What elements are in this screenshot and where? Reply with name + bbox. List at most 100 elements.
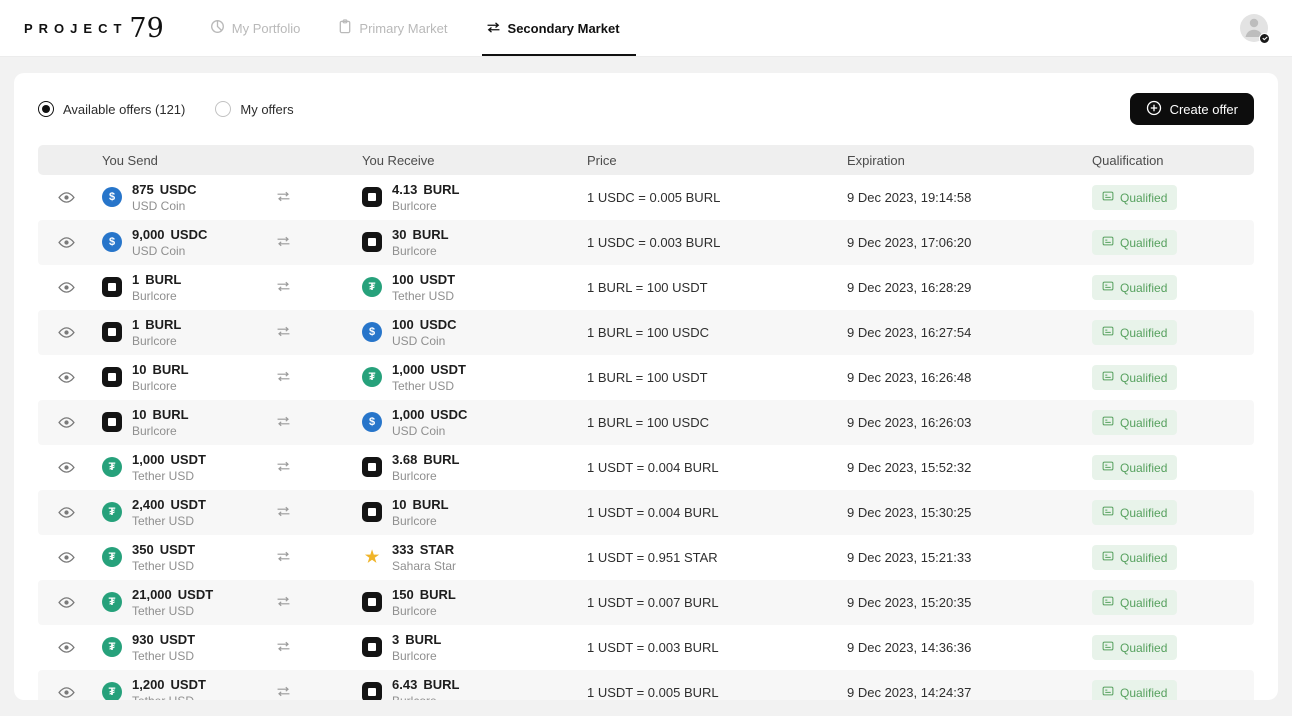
send-amount: 10 — [132, 361, 147, 377]
view-offer-eye-icon[interactable] — [57, 191, 75, 204]
receive-token-icon — [362, 502, 382, 523]
offer-expiration: 9 Dec 2023, 15:52:32 — [847, 460, 972, 475]
receive-token-icon: ₮ — [362, 277, 382, 298]
receive-amount: 4.13 — [392, 181, 418, 197]
qualified-badge: Qualified — [1092, 320, 1178, 345]
page-content: Available offers (121) My offers Create … — [0, 57, 1292, 700]
qualification-card-icon — [1102, 280, 1114, 295]
send-symbol: BURL — [145, 271, 182, 287]
view-offer-eye-icon[interactable] — [57, 281, 75, 294]
send-token-icon — [102, 412, 122, 433]
view-offer-eye-icon[interactable] — [57, 506, 75, 519]
nav-primary-market[interactable]: Primary Market — [338, 0, 448, 56]
col-you-send: You Send — [102, 152, 158, 168]
receive-token-name: Tether USD — [392, 289, 455, 304]
offer-row[interactable]: ₮ 930 USDT Tether USD 3 BURL Burlcore 1 US… — [38, 625, 1254, 670]
send-token-icon: ₮ — [102, 502, 122, 523]
offer-row[interactable]: ₮ 2,400 USDT Tether USD 10 BURL Burlcore 1… — [38, 490, 1254, 535]
send-token-name: Tether USD — [132, 469, 195, 484]
receive-symbol: USDC — [419, 316, 457, 332]
offer-row[interactable]: 10 BURL Burlcore ₮ 1,000 USDT Tether USD 1… — [38, 355, 1254, 400]
radio-selected-icon — [38, 101, 54, 117]
receive-symbol: USDC — [430, 406, 468, 422]
offer-row[interactable]: ₮ 350 USDT Tether USD ★ 333 STAR Sahara St… — [38, 535, 1254, 580]
offer-row[interactable]: 1 BURL Burlcore ₮ 100 USDT Tether USD 1 BU… — [38, 265, 1254, 310]
view-offer-eye-icon[interactable] — [57, 596, 75, 609]
receive-amount: 10 — [392, 496, 407, 512]
send-amount: 1,200 — [132, 676, 165, 692]
offer-row[interactable]: ₮ 21,000 USDT Tether USD 150 BURL Burlcore… — [38, 580, 1254, 625]
radio-available-offers[interactable]: Available offers (121) — [38, 101, 185, 117]
view-offer-eye-icon[interactable] — [57, 686, 75, 699]
qualified-label: Qualified — [1120, 280, 1168, 295]
offer-row[interactable]: ₮ 1,200 USDT Tether USD 6.43 BURL Burlcore… — [38, 670, 1254, 700]
offer-expiration: 9 Dec 2023, 16:26:48 — [847, 370, 972, 385]
receive-symbol: BURL — [423, 181, 460, 197]
qualified-label: Qualified — [1120, 505, 1168, 520]
offer-row[interactable]: ₮ 1,000 USDT Tether USD 3.68 BURL Burlcore… — [38, 445, 1254, 490]
send-token-name: Tether USD — [132, 514, 195, 529]
receive-token-icon: ★ — [364, 549, 380, 567]
receive-amount: 3 — [392, 631, 400, 647]
qualified-label: Qualified — [1120, 460, 1168, 475]
swap-direction-icon — [276, 594, 291, 612]
qualification-card-icon — [1102, 415, 1114, 430]
offer-expiration: 9 Dec 2023, 15:21:33 — [847, 550, 972, 565]
receive-amount: 100 — [392, 271, 414, 287]
document-icon — [338, 19, 352, 37]
send-token-name: Burlcore — [132, 289, 177, 304]
available-offers-label: Available offers (121) — [63, 101, 186, 117]
avatar[interactable] — [1240, 14, 1270, 44]
offers-card: Available offers (121) My offers Create … — [14, 73, 1278, 700]
send-token-icon: ₮ — [102, 592, 122, 613]
receive-symbol: BURL — [419, 586, 456, 602]
qualified-badge: Qualified — [1092, 230, 1178, 255]
send-symbol: USDT — [170, 496, 206, 512]
send-amount: 350 — [132, 541, 154, 557]
send-symbol: USDT — [170, 451, 206, 467]
send-amount: 1 — [132, 316, 140, 332]
swap-icon — [486, 21, 501, 36]
view-offer-eye-icon[interactable] — [57, 461, 75, 474]
offer-price: 1 USDT = 0.003 BURL — [587, 640, 719, 655]
nav-secondary-market[interactable]: Secondary Market — [481, 0, 636, 56]
send-symbol: USDT — [159, 541, 196, 557]
receive-token-icon — [362, 637, 382, 658]
swap-direction-icon — [276, 279, 291, 297]
offer-expiration: 9 Dec 2023, 17:06:20 — [847, 235, 972, 250]
view-offer-eye-icon[interactable] — [57, 326, 75, 339]
nav-my-portfolio[interactable]: My Portfolio — [210, 0, 300, 56]
view-offer-eye-icon[interactable] — [57, 236, 75, 249]
receive-amount: 1,000 — [392, 406, 425, 422]
offer-row[interactable]: 1 BURL Burlcore $ 100 USDC USD Coin 1 BURL… — [38, 310, 1254, 355]
radio-my-offers[interactable]: My offers — [215, 101, 294, 117]
qualified-badge: Qualified — [1092, 680, 1178, 700]
send-token-icon: ₮ — [102, 457, 122, 478]
send-symbol: BURL — [145, 316, 182, 332]
send-token-icon — [102, 367, 122, 388]
offer-price: 1 USDT = 0.004 BURL — [587, 505, 719, 520]
send-token-name: Burlcore — [132, 424, 177, 439]
qualified-label: Qualified — [1120, 415, 1168, 430]
qualified-label: Qualified — [1120, 685, 1168, 700]
view-offer-eye-icon[interactable] — [57, 551, 75, 564]
offer-row[interactable]: $ 9,000 USDC USD Coin 30 BURL Burlcore 1 U… — [38, 220, 1254, 265]
send-token-name: Tether USD — [132, 649, 195, 664]
offer-row[interactable]: $ 875 USDC USD Coin 4.13 BURL Burlcore 1 U… — [38, 175, 1254, 220]
offer-row[interactable]: 10 BURL Burlcore $ 1,000 USDC USD Coin 1 B… — [38, 400, 1254, 445]
send-token-name: Tether USD — [132, 694, 206, 700]
view-offer-eye-icon[interactable] — [57, 371, 75, 384]
send-symbol: USDT — [170, 676, 206, 692]
qualified-badge: Qualified — [1092, 410, 1178, 435]
qualified-label: Qualified — [1120, 595, 1168, 610]
create-offer-button[interactable]: Create offer — [1129, 93, 1254, 125]
portfolio-pie-icon — [210, 19, 225, 37]
qualification-card-icon — [1102, 640, 1114, 655]
offer-expiration: 9 Dec 2023, 14:24:37 — [847, 685, 972, 700]
qualified-badge: Qualified — [1092, 455, 1178, 480]
view-offer-eye-icon[interactable] — [57, 416, 75, 429]
send-token-icon — [102, 277, 122, 298]
logo[interactable]: PROJECT 79 — [24, 0, 164, 56]
view-offer-eye-icon[interactable] — [57, 641, 75, 654]
qualified-label: Qualified — [1120, 325, 1168, 340]
